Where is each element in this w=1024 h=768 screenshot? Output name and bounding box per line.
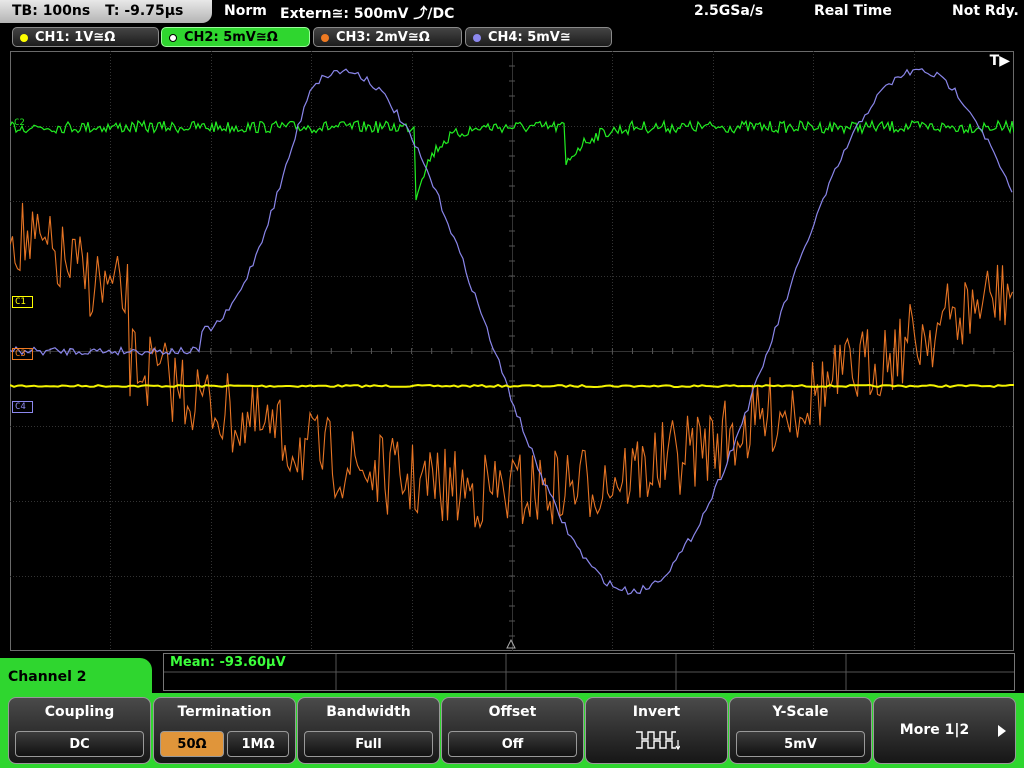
channel-2-marker[interactable]: C2 <box>12 118 31 130</box>
termination-1mohm-option[interactable]: 1MΩ <box>227 731 289 757</box>
channel-3-color-dot <box>321 34 329 42</box>
yscale-softkey[interactable]: Y-Scale 5mV <box>729 697 872 764</box>
termination-title: Termination <box>177 704 272 720</box>
more-label: More 1|2 <box>899 722 970 738</box>
offset-value[interactable]: Off <box>448 731 577 757</box>
bandwidth-softkey[interactable]: Bandwidth Full <box>297 697 440 764</box>
trigger-source[interactable]: Extern≅: 500mV ⤴/DC <box>280 3 454 23</box>
channel-1-marker[interactable]: C1 <box>12 296 33 308</box>
coupling-value[interactable]: DC <box>15 731 144 757</box>
channel-tabs: CH1: 1V≅Ω CH2: 5mV≅Ω CH3: 2mV≅Ω CH4: 5mV… <box>0 27 1024 49</box>
more-softkey[interactable]: More 1|2 <box>873 697 1016 764</box>
next-page-icon <box>998 725 1006 737</box>
measurement-panel[interactable]: Mean: -93.60µV <box>163 653 1015 691</box>
termination-softkey[interactable]: Termination 50Ω 1MΩ <box>153 697 296 764</box>
channel-4-label: CH4: 5mV≅ <box>488 30 571 45</box>
offset-softkey[interactable]: Offset Off <box>441 697 584 764</box>
coupling-softkey[interactable]: Coupling DC <box>8 697 151 764</box>
channel-1-label: CH1: 1V≅Ω <box>35 30 116 45</box>
channel-4-marker[interactable]: C4 <box>12 401 33 413</box>
invert-title: Invert <box>632 704 681 720</box>
waveform-display[interactable] <box>10 51 1014 651</box>
acquisition-mode: Real Time <box>814 3 892 19</box>
status-bar: TB: 100ns T: -9.75µs Norm Extern≅: 500mV… <box>0 0 1024 25</box>
yscale-value[interactable]: 5mV <box>736 731 865 757</box>
termination-50ohm-option[interactable]: 50Ω <box>160 731 224 757</box>
timebase-box[interactable]: TB: 100ns T: -9.75µs <box>0 0 212 23</box>
invert-waveform-icon <box>636 731 680 751</box>
yscale-title: Y-Scale <box>772 704 829 720</box>
offset-title: Offset <box>488 704 537 720</box>
tab-channel-2[interactable]: CH2: 5mV≅Ω <box>161 27 310 47</box>
channel-2-color-dot <box>169 34 177 42</box>
mean-measurement: Mean: -93.60µV <box>170 655 286 670</box>
channel-4-color-dot <box>473 34 481 42</box>
trigger-time-label: T: -9.75µs <box>105 3 184 19</box>
channel-3-label: CH3: 2mV≅Ω <box>336 30 430 45</box>
coupling-title: Coupling <box>44 704 115 720</box>
channel-3-marker[interactable]: C3 <box>12 348 33 360</box>
tab-channel-1[interactable]: CH1: 1V≅Ω <box>12 27 159 47</box>
timebase-label: TB: 100ns <box>12 3 91 19</box>
channel-2-label: CH2: 5mV≅Ω <box>184 30 278 45</box>
tab-channel-4[interactable]: CH4: 5mV≅ <box>465 27 612 47</box>
acquisition-state: Not Rdy. <box>952 3 1019 19</box>
tab-channel-3[interactable]: CH3: 2mV≅Ω <box>313 27 462 47</box>
sample-rate: 2.5GSa/s <box>694 3 764 19</box>
channel-1-color-dot <box>20 34 28 42</box>
trigger-mode[interactable]: Norm <box>224 3 267 19</box>
trigger-arrow-label: T▶ <box>989 53 1010 69</box>
bandwidth-title: Bandwidth <box>326 704 411 720</box>
measurement-dividers <box>164 654 1014 690</box>
waveform-canvas <box>10 51 1014 651</box>
invert-softkey[interactable]: Invert <box>585 697 728 764</box>
bandwidth-value[interactable]: Full <box>304 731 433 757</box>
